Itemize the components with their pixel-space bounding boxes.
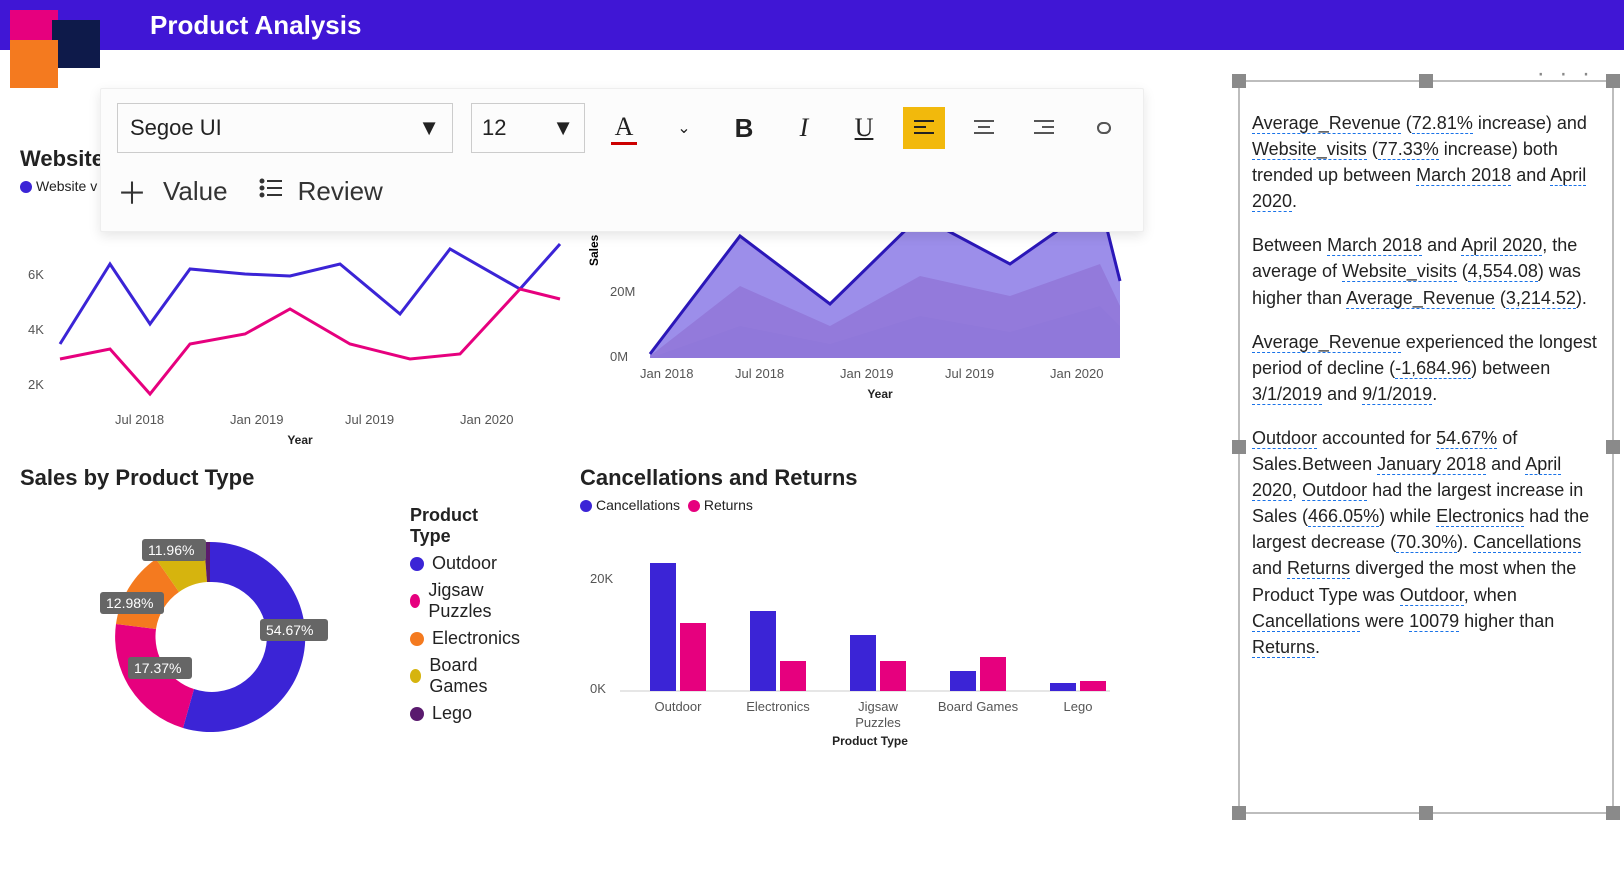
bold-button[interactable]: B [723, 107, 765, 149]
page-header: Product Analysis [0, 0, 1624, 50]
font-size-value: 12 [482, 115, 506, 141]
italic-button[interactable]: I [783, 107, 825, 149]
legend-item: Outdoor [410, 553, 520, 574]
svg-text:Jul 2019: Jul 2019 [945, 366, 994, 381]
align-center-button[interactable] [963, 107, 1005, 149]
align-right-button[interactable] [1023, 107, 1065, 149]
svg-text:11.96%: 11.96% [148, 542, 194, 558]
svg-text:Jan 2019: Jan 2019 [230, 412, 284, 427]
svg-text:0K: 0K [590, 681, 606, 696]
product-type-legend: Product Type Outdoor Jigsaw Puzzles Elec… [410, 505, 520, 730]
svg-text:20M: 20M [610, 284, 635, 299]
svg-text:2K: 2K [28, 377, 44, 392]
app-logo [10, 10, 58, 88]
svg-text:Sales: Sales [587, 234, 601, 266]
svg-text:Jigsaw: Jigsaw [858, 699, 898, 714]
text-format-toolbar: Segoe UI ▼ 12 ▼ A ⌄ B I U ＋ Value [100, 88, 1144, 232]
font-family-select[interactable]: Segoe UI ▼ [117, 103, 453, 153]
review-label: Review [298, 176, 383, 207]
svg-text:Jan 2020: Jan 2020 [1050, 366, 1104, 381]
legend-item: Jigsaw Puzzles [410, 580, 520, 622]
svg-text:Jan 2018: Jan 2018 [640, 366, 694, 381]
svg-text:Lego: Lego [1064, 699, 1093, 714]
sales-by-product-type-chart: Sales by Product Type 54.67% 17.37% 12.9… [20, 465, 400, 762]
align-left-button[interactable] [903, 107, 945, 149]
svg-text:Jan 2020: Jan 2020 [460, 412, 514, 427]
underline-button[interactable]: U [843, 107, 885, 149]
cancellations-returns-chart: Cancellations and Returns Cancellations … [580, 465, 1140, 758]
svg-text:Puzzles: Puzzles [855, 715, 901, 730]
chart-title: Sales by Product Type [20, 465, 400, 491]
narrative-paragraph: Between March 2018 and April 2020, the a… [1252, 232, 1600, 310]
svg-text:Jul 2018: Jul 2018 [735, 366, 784, 381]
svg-text:Outdoor: Outdoor [655, 699, 703, 714]
svg-text:Jan 2019: Jan 2019 [840, 366, 894, 381]
narrative-paragraph: Average_Revenue (72.81% increase) and We… [1252, 110, 1600, 214]
chevron-down-icon: ▼ [552, 115, 574, 141]
legend-title: Product Type [410, 505, 520, 547]
legend: Cancellations Returns [580, 497, 1140, 513]
narrative-paragraph: Outdoor accounted for 54.67% of Sales.Be… [1252, 425, 1600, 660]
svg-text:Electronics: Electronics [746, 699, 810, 714]
svg-text:12.98%: 12.98% [106, 595, 153, 611]
svg-text:20K: 20K [590, 571, 613, 586]
font-color-button[interactable]: A [603, 107, 645, 149]
review-button[interactable]: Review [258, 176, 383, 207]
svg-text:Jul 2018: Jul 2018 [115, 412, 164, 427]
svg-text:Product Type: Product Type [832, 734, 908, 748]
plus-icon: ＋ [117, 169, 147, 213]
legend-item: Lego [410, 703, 520, 724]
font-size-select[interactable]: 12 ▼ [471, 103, 585, 153]
smart-narrative-textbox[interactable]: Average_Revenue (72.81% increase) and We… [1238, 80, 1614, 814]
list-icon [258, 176, 284, 207]
svg-text:Board Games: Board Games [938, 699, 1019, 714]
value-label: Value [163, 176, 228, 207]
chart-title: Cancellations and Returns [580, 465, 1140, 491]
page-title: Product Analysis [150, 10, 361, 41]
legend-item: Electronics [410, 628, 520, 649]
svg-text:Year: Year [867, 387, 893, 401]
link-button[interactable] [1083, 107, 1125, 149]
legend-item: Board Games [410, 655, 520, 697]
chevron-down-icon: ▼ [418, 115, 440, 141]
svg-text:4K: 4K [28, 322, 44, 337]
font-family-value: Segoe UI [130, 115, 222, 141]
narrative-paragraph: Average_Revenue experienced the longest … [1252, 329, 1600, 407]
donut-chart-svg: 54.67% 17.37% 12.98% 11.96% [20, 497, 400, 757]
add-value-button[interactable]: ＋ Value [117, 169, 228, 213]
bar-chart-svg: 0K 20K Outdoor Electronics JigsawPuzzles… [580, 513, 1140, 753]
line-chart-svg: 2K 4K 6K Jul 2018 Jan 2019 Jul 2019 Jan … [20, 194, 580, 454]
svg-text:Year: Year [287, 433, 313, 447]
font-color-chevron[interactable]: ⌄ [663, 107, 705, 149]
svg-text:17.37%: 17.37% [134, 660, 181, 676]
svg-text:54.67%: 54.67% [266, 622, 313, 638]
svg-text:6K: 6K [28, 267, 44, 282]
svg-text:Jul 2019: Jul 2019 [345, 412, 394, 427]
svg-text:0M: 0M [610, 349, 628, 364]
